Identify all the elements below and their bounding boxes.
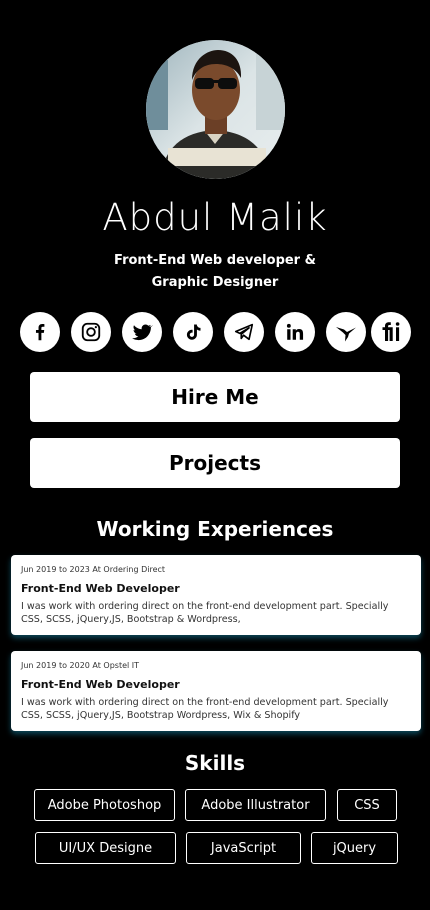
facebook-icon <box>35 324 45 341</box>
instagram-link[interactable] <box>71 312 111 352</box>
facebook-link[interactable] <box>20 312 60 352</box>
experience-title: Working Experiences <box>96 517 334 541</box>
experience-meta: Jun 2019 to 2020 At Opstel IT <box>21 661 140 670</box>
skill-tag: UI/UX Designe <box>35 832 176 864</box>
experience-description-line: I was work with ordering direct on the f… <box>21 601 389 612</box>
hire-me-button[interactable]: Hire Me <box>30 372 400 422</box>
experience-description: I was work with ordering direct on the f… <box>21 696 411 722</box>
experience-description-line: I was work with ordering direct on the f… <box>21 697 389 708</box>
skill-tag: jQuery <box>311 832 398 864</box>
profile-subtitle: Front-End Web developer & Graphic Design… <box>0 250 430 294</box>
tiktok-icon <box>186 324 201 340</box>
linkedin-link[interactable] <box>275 312 315 352</box>
experience-card: Jun 2019 to 2020 At Opstel IT Front-End … <box>11 651 421 731</box>
social-links <box>20 312 412 352</box>
avatar <box>146 40 285 179</box>
telegram-link[interactable] <box>224 312 264 352</box>
projects-button[interactable]: Projects <box>30 438 400 488</box>
skills-title: Skills <box>184 751 246 775</box>
skill-tag: Adobe Illustrator <box>185 789 326 821</box>
subtitle-line-1: Front-End Web developer & <box>114 253 316 268</box>
skill-tag: JavaScript <box>186 832 301 864</box>
twitter-link[interactable] <box>122 312 162 352</box>
hummingbird-link[interactable] <box>326 312 366 352</box>
twitter-icon <box>131 324 153 341</box>
experience-role: Front-End Web Developer <box>21 678 180 691</box>
instagram-icon <box>81 322 101 342</box>
tiktok-link[interactable] <box>173 312 213 352</box>
profile-page: Abdul Malik Front-End Web developer & Gr… <box>0 0 430 910</box>
subtitle-line-2: Graphic Designer <box>151 275 279 290</box>
experience-description-line: CSS, SCSS, jQuery,JS, Bootstrap & Wordpr… <box>21 614 241 625</box>
hummingbird-icon <box>336 327 356 342</box>
experience-description: I was work with ordering direct on the f… <box>21 600 411 626</box>
fiverr-icon <box>382 322 400 341</box>
experience-meta: Jun 2019 to 2023 At Ordering Direct <box>21 565 166 574</box>
experience-card: Jun 2019 to 2023 At Ordering Direct Fron… <box>11 555 421 635</box>
profile-name: Abdul Malik <box>102 196 328 239</box>
telegram-icon <box>234 323 254 341</box>
fiverr-link[interactable] <box>371 312 411 352</box>
skill-tag: Adobe Photoshop <box>34 789 175 821</box>
experience-role: Front-End Web Developer <box>21 582 180 595</box>
skill-tag: CSS <box>337 789 397 821</box>
linkedin-icon <box>286 323 304 340</box>
experience-description-line: CSS, SCSS, jQuery,JS, Bootstrap Wordpres… <box>21 710 301 721</box>
